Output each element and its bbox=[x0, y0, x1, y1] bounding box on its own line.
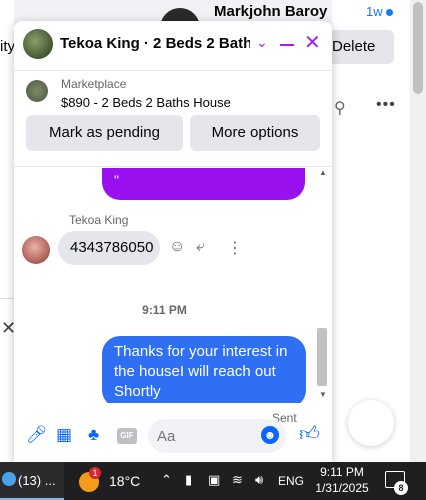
left-panel-text: ity bbox=[0, 38, 15, 55]
chat-header: Tekoa King · 2 Beds 2 Bath... ⌄ ✕ bbox=[14, 21, 332, 71]
browser-icon bbox=[2, 472, 16, 486]
language-indicator[interactable]: ENG bbox=[278, 474, 304, 488]
more-options-icon[interactable]: ••• bbox=[376, 96, 396, 114]
notification-badge: 8 bbox=[394, 481, 408, 495]
mark-as-pending-button[interactable]: Mark as pending bbox=[26, 115, 183, 151]
clock[interactable]: 9:11 PM 1/31/2025 bbox=[315, 464, 369, 496]
unread-dot bbox=[386, 9, 393, 16]
more-vertical-icon[interactable]: ⋮ bbox=[227, 238, 243, 258]
microphone-icon[interactable]: 🎤︎ bbox=[26, 425, 48, 445]
listing-title[interactable]: $890 - 2 Beds 2 Baths House bbox=[61, 95, 231, 110]
contact-time: 1w bbox=[366, 4, 383, 19]
emoji-icon[interactable]: ☻ bbox=[261, 426, 279, 444]
chevron-up-icon[interactable]: ⌃ bbox=[161, 472, 172, 488]
chevron-down-icon[interactable]: ⌄ bbox=[256, 34, 268, 51]
wifi-icon[interactable]: ≋ bbox=[232, 472, 243, 488]
new-message-button[interactable] bbox=[348, 400, 394, 446]
message-list[interactable]: With Adress or more details " Tekoa King… bbox=[14, 168, 332, 403]
sender-avatar[interactable] bbox=[22, 236, 50, 264]
outgoing-message-bubble: With Adress or more details " bbox=[102, 168, 305, 200]
chat-title[interactable]: Tekoa King · 2 Beds 2 Bath... bbox=[60, 35, 250, 52]
listing-thumbnail[interactable] bbox=[26, 80, 48, 102]
taskbar-app-label: (13) ... bbox=[18, 473, 56, 488]
thumbs-up-icon[interactable]: 👍︎ bbox=[299, 422, 320, 446]
clock-date: 1/31/2025 bbox=[315, 481, 369, 495]
page-scrollbar[interactable] bbox=[410, 0, 426, 462]
sticker-icon[interactable]: ♣ bbox=[88, 425, 99, 445]
message-scrollbar[interactable]: ▲ ▼ bbox=[315, 168, 329, 403]
react-smiley-icon[interactable]: ☺ bbox=[169, 238, 185, 256]
left-panel bbox=[0, 0, 14, 462]
gif-icon[interactable]: GIF bbox=[117, 428, 137, 444]
scrollbar-thumb[interactable] bbox=[413, 2, 423, 94]
chat-window: Tekoa King · 2 Beds 2 Bath... ⌄ ✕ Market… bbox=[14, 21, 332, 462]
outgoing-message-bubble: Thanks for your interest in the houseI w… bbox=[102, 336, 306, 403]
time-divider: 9:11 PM bbox=[142, 303, 187, 317]
incoming-message-bubble: 4343786050 bbox=[58, 231, 160, 265]
scroll-down-arrow-icon[interactable]: ▼ bbox=[319, 390, 327, 399]
message-composer: 🎤︎ ▦ ♣ GIF ☻ 👍︎ bbox=[14, 419, 332, 462]
scrollbar-thumb[interactable] bbox=[317, 328, 327, 386]
more-options-button[interactable]: More options bbox=[190, 115, 320, 151]
minimize-icon[interactable] bbox=[280, 44, 294, 46]
battery-icon[interactable]: ▮ bbox=[185, 472, 192, 488]
contact-name[interactable]: Markjohn Baroy bbox=[214, 3, 327, 20]
scroll-up-arrow-icon[interactable]: ▲ bbox=[319, 168, 327, 177]
weather-badge: 1 bbox=[89, 467, 101, 479]
temperature[interactable]: 18°C bbox=[109, 473, 140, 489]
taskbar: (13) ... 1 18°C ⌃ ▮ ▣ ≋ 🔊︎ ENG 9:11 PM 1… bbox=[0, 462, 426, 500]
reply-icon[interactable]: ⤶ bbox=[196, 238, 205, 256]
close-chat-icon[interactable]: ✕ bbox=[304, 33, 321, 53]
search-icon[interactable]: ⚲ bbox=[334, 98, 346, 118]
marketplace-label: Marketplace bbox=[61, 77, 127, 91]
photo-icon[interactable]: ▦ bbox=[56, 425, 72, 445]
sender-name: Tekoa King bbox=[69, 213, 129, 227]
camera-icon[interactable]: ▣ bbox=[208, 472, 220, 488]
chat-avatar[interactable] bbox=[23, 29, 53, 59]
marketplace-listing: Marketplace $890 - 2 Beds 2 Baths House … bbox=[14, 71, 332, 167]
volume-icon[interactable]: 🔊︎ bbox=[255, 472, 263, 488]
taskbar-app-browser[interactable]: (13) ... bbox=[0, 462, 64, 500]
divider bbox=[0, 298, 14, 299]
clock-time: 9:11 PM bbox=[320, 465, 364, 479]
